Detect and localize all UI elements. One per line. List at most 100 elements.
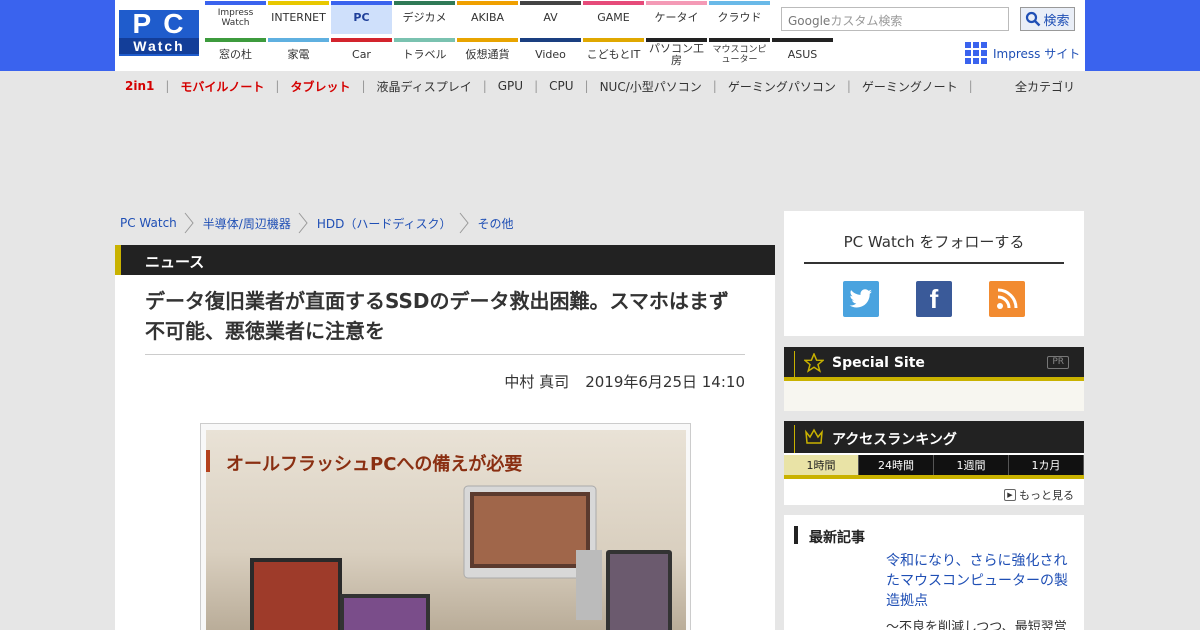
category-link[interactable]: ゲーミングノート <box>862 78 958 95</box>
category-link[interactable]: GPU <box>498 79 523 93</box>
more-link[interactable]: ▶ もっと見る <box>1004 487 1074 503</box>
follow-heading: PC Watch をフォローする <box>804 231 1064 264</box>
breadcrumb-item[interactable]: HDD（ハードディスク） <box>317 215 452 232</box>
category-link[interactable]: ゲーミングパソコン <box>728 78 836 95</box>
nav-item[interactable]: 仮想通貨 <box>457 38 518 71</box>
category-separator: | <box>846 79 851 93</box>
nav-color-bar <box>331 38 392 42</box>
chevron-right-icon <box>184 212 194 234</box>
category-separator: | <box>968 79 973 93</box>
nav-item-label: 家電 <box>287 47 310 61</box>
search-button-label: 検索 <box>1043 13 1070 29</box>
nav-color-bar <box>394 1 455 5</box>
nav-item[interactable]: Video <box>520 38 581 71</box>
title-divider <box>145 354 745 355</box>
logo-pc: PC <box>132 8 196 39</box>
category-link[interactable]: モバイルノート <box>180 78 264 95</box>
search-input[interactable]: Googleカスタム検索 <box>781 7 1009 31</box>
ranking-tab[interactable]: 24時間 <box>859 455 934 475</box>
nav-color-bar <box>646 1 707 5</box>
nav-item[interactable]: ASUS <box>772 38 833 71</box>
nav-color-bar <box>709 38 770 42</box>
category-link[interactable]: CPU <box>549 79 573 93</box>
nav-item-label: パソコン工房 <box>649 41 704 67</box>
breadcrumb: PC Watch 半導体/周辺機器 HDD（ハードディスク） その他 <box>120 212 514 234</box>
ranking-tab[interactable]: 1カ月 <box>1009 455 1084 475</box>
nav-color-bar <box>583 38 644 42</box>
nav-color-bar <box>205 38 266 42</box>
category-separator: | <box>712 79 717 93</box>
nav-item[interactable]: AKIBA <box>457 1 518 34</box>
twitter-button[interactable] <box>843 281 879 317</box>
category-separator: | <box>361 79 366 93</box>
google-brand: Google <box>788 14 831 28</box>
chevron-right-icon <box>459 212 469 234</box>
all-categories-link[interactable]: 全カテゴリ <box>1015 78 1075 95</box>
nav-item[interactable]: GAME <box>583 1 644 34</box>
latest-thumbnail[interactable] <box>794 553 876 613</box>
nav-color-bar <box>457 38 518 42</box>
article-panel: ニュース データ復旧業者が直面するSSDのデータ救出困難。スマホはまず不可能、悪… <box>115 245 775 630</box>
latest-article-link[interactable]: 令和になり、さらに強化されたマウスコンピューターの製造拠点 <box>886 551 1074 611</box>
nav-item-label: Impress Watch <box>217 7 254 28</box>
nav-item[interactable]: ケータイ <box>646 1 707 34</box>
nav-item[interactable]: デジカメ <box>394 1 455 34</box>
special-site-panel: Special Site PR <box>784 347 1084 411</box>
search-icon <box>1026 11 1041 27</box>
category-link[interactable]: タブレット <box>290 78 350 95</box>
section-accent <box>115 245 121 275</box>
nav-color-bar <box>520 1 581 5</box>
pc-watch-logo[interactable]: PC Watch <box>119 10 199 56</box>
nav-item[interactable]: 窓の杜 <box>205 38 266 71</box>
nav-item[interactable]: Impress Watch <box>205 1 266 34</box>
nav-item[interactable]: パソコン工房 <box>646 38 707 71</box>
nav-item-label: デジカメ <box>402 10 447 24</box>
search-placeholder: カスタム検索 <box>830 14 903 28</box>
facebook-button[interactable]: f <box>916 281 952 317</box>
nav-item-label: トラベル <box>402 47 447 61</box>
article-title: データ復旧業者が直面するSSDのデータ救出困難。スマホはまず不可能、悪徳業者に注… <box>145 289 729 343</box>
nav-color-bar <box>331 1 392 5</box>
category-link[interactable]: 2in1 <box>125 79 154 93</box>
special-site-title: Special Site <box>832 355 925 371</box>
latest-panel: 最新記事 令和になり、さらに強化されたマウスコンピューターの製造拠点 ～不良を削… <box>784 515 1084 630</box>
nav-item[interactable]: INTERNET <box>268 1 329 34</box>
nav-item[interactable]: こどもとIT <box>583 38 644 71</box>
nav-item-label: PC <box>353 10 370 24</box>
impress-site-link[interactable]: Impress サイト <box>965 42 1080 64</box>
article-photo-frame[interactable]: オールフラッシュPCへの備えが必要 <box>200 423 691 630</box>
site-header: PC Watch Impress Watch INTERNET PC デジカメ AKIB… <box>0 0 1200 71</box>
breadcrumb-item[interactable]: PC Watch <box>120 216 177 230</box>
nav-color-bar <box>457 1 518 5</box>
category-link[interactable]: NUC/小型パソコン <box>600 78 702 95</box>
nav-item[interactable]: PC <box>331 1 392 34</box>
ranking-tab[interactable]: 1時間 <box>784 455 859 475</box>
rss-button[interactable] <box>989 281 1025 317</box>
section-bar: ニュース <box>115 245 775 275</box>
nav-item[interactable]: AV <box>520 1 581 34</box>
nav-item[interactable]: クラウド <box>709 1 770 34</box>
nav-item[interactable]: トラベル <box>394 38 455 71</box>
category-separator: | <box>584 79 589 93</box>
ranking-tab[interactable]: 1週間 <box>934 455 1009 475</box>
search-button[interactable]: 検索 <box>1020 7 1075 31</box>
nav-item[interactable]: 家電 <box>268 38 329 71</box>
nav-item[interactable]: Car <box>331 38 392 71</box>
devices-illustration <box>250 485 672 630</box>
latest-article-sub: ～不良を削減しつつ、最短翌営 <box>886 620 1067 630</box>
nav-color-bar <box>646 38 707 42</box>
play-icon: ▶ <box>1004 489 1016 501</box>
nav-color-bar <box>205 1 266 5</box>
article-photo[interactable]: オールフラッシュPCへの備えが必要 <box>206 430 686 630</box>
chevron-right-icon <box>298 212 308 234</box>
nav-item[interactable]: マウスコンピューター <box>709 38 770 71</box>
special-site-header: Special Site PR <box>784 347 1084 379</box>
category-separator: | <box>482 79 487 93</box>
category-link[interactable]: 液晶ディスプレイ <box>377 78 472 95</box>
grid-icon <box>965 42 987 64</box>
breadcrumb-item[interactable]: 半導体/周辺機器 <box>203 215 291 232</box>
nav-item-label: ケータイ <box>654 10 699 24</box>
facebook-icon: f <box>929 283 939 314</box>
nav-item-label: マウスコンピューター <box>712 44 767 65</box>
breadcrumb-item[interactable]: その他 <box>478 215 514 232</box>
